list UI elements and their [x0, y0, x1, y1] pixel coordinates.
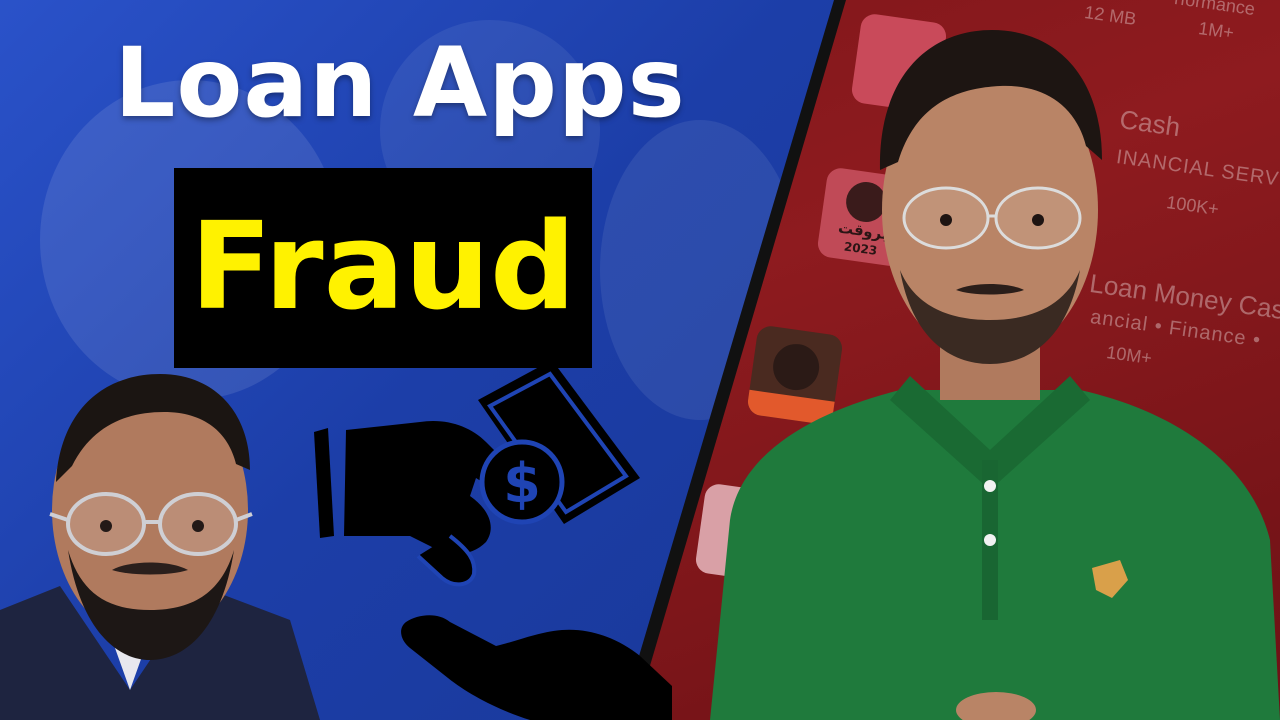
eye — [1032, 214, 1044, 226]
eye — [940, 214, 952, 226]
person-right — [710, 30, 1280, 720]
polo-button — [984, 480, 996, 492]
thumbnail: بروقت 2023 12 MB 1M+ rformance Cash INAN… — [0, 0, 1280, 720]
person-left — [0, 374, 320, 720]
app-title-fragment: rformance — [1173, 0, 1257, 20]
eye — [100, 520, 112, 532]
svg-text:$: $ — [503, 452, 541, 515]
hand-giving-money-icon: $ — [314, 360, 672, 720]
headline-line-2: Fraud — [190, 198, 576, 337]
headline-line-1: Loan Apps — [114, 27, 686, 139]
open-hand-icon — [401, 615, 672, 720]
eye — [192, 520, 204, 532]
polo-button — [984, 534, 996, 546]
dollar-icon: $ — [479, 439, 565, 525]
